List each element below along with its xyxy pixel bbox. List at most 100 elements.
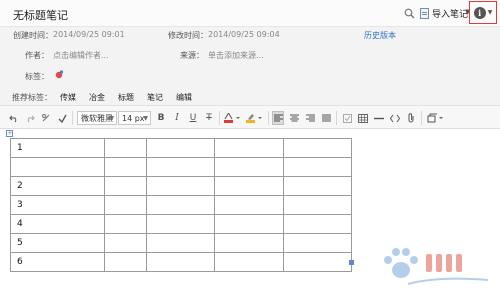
chevron-down-icon: ▼ — [109, 115, 114, 122]
code-icon[interactable] — [389, 111, 401, 125]
underline-button[interactable]: U — [188, 111, 198, 125]
clear-format-icon[interactable] — [40, 111, 52, 125]
table-cell[interactable]: 5 — [10, 233, 105, 253]
table-cell[interactable] — [214, 176, 284, 196]
table-cell[interactable] — [146, 233, 215, 253]
table-cell[interactable] — [104, 195, 147, 215]
table-cell[interactable] — [283, 252, 352, 272]
italic-button[interactable]: I — [172, 111, 182, 125]
table-row — [10, 157, 352, 177]
undo-icon[interactable] — [8, 111, 20, 125]
info-menu-button[interactable]: i ▼ — [469, 1, 497, 24]
table-cell[interactable]: 3 — [10, 195, 105, 215]
table-row: 6 — [10, 252, 352, 272]
redo-icon[interactable] — [24, 111, 36, 125]
font-size-value: 14 px — [122, 113, 145, 123]
tags-label: 标签： — [25, 72, 49, 81]
table-cell[interactable] — [214, 195, 284, 215]
align-center-icon[interactable] — [288, 111, 300, 125]
font-family-select[interactable]: 微软雅黑 ▼ — [77, 111, 117, 125]
table-cell[interactable] — [214, 252, 284, 272]
table-cell[interactable] — [10, 157, 105, 177]
insert-icon[interactable] — [426, 111, 444, 125]
table-cell[interactable] — [146, 176, 215, 196]
source-field[interactable]: 单击添加来源... — [208, 50, 264, 61]
table-cell[interactable] — [214, 214, 284, 234]
tag-icon[interactable] — [55, 70, 64, 79]
strikethrough-button[interactable]: T — [204, 111, 214, 125]
table-cell[interactable] — [283, 176, 352, 196]
table-row: 5 — [10, 233, 352, 253]
font-size-select[interactable]: 14 px ▼ — [118, 111, 151, 125]
table-cell[interactable]: 2 — [10, 176, 105, 196]
table-cell[interactable] — [104, 157, 147, 177]
author-field[interactable]: 点击编辑作者... — [53, 50, 109, 61]
table-cell[interactable] — [283, 157, 352, 177]
align-left-icon[interactable] — [272, 111, 284, 125]
info-icon: i — [473, 6, 486, 19]
table-cell[interactable] — [146, 252, 215, 272]
attachment-icon[interactable] — [405, 111, 417, 125]
table-icon[interactable] — [357, 111, 369, 125]
author-label: 作者： — [25, 51, 49, 60]
table-cell[interactable] — [104, 233, 147, 253]
table-cell[interactable]: 4 — [10, 214, 105, 234]
format-painter-icon[interactable] — [56, 111, 68, 125]
created-value: 2014/09/25 09:01 — [53, 30, 125, 39]
table-cell[interactable] — [146, 157, 215, 177]
table-resize-handle[interactable] — [349, 260, 354, 265]
table-cell[interactable] — [214, 138, 284, 158]
font-color-icon[interactable] — [223, 111, 241, 125]
bold-button[interactable]: B — [156, 111, 166, 125]
created-label: 创建时间： — [13, 31, 53, 40]
recommended-tags: 推荐标签： 传媒 冶金 标题 笔记 编辑 — [12, 92, 205, 103]
history-version-link[interactable]: 历史版本 — [364, 30, 396, 41]
import-doc-icon — [420, 7, 429, 19]
toolbar-divider — [421, 111, 422, 125]
table-cell[interactable] — [104, 252, 147, 272]
table-cell[interactable] — [146, 138, 215, 158]
table-row: 4 — [10, 214, 352, 234]
editor-toolbar: 微软雅黑 ▼ 14 px ▼ B I U T — [0, 105, 500, 129]
table-cell[interactable] — [283, 138, 352, 158]
table-cell[interactable] — [214, 157, 284, 177]
table-cell[interactable] — [214, 233, 284, 253]
table-cell[interactable] — [146, 195, 215, 215]
table-cell[interactable] — [283, 233, 352, 253]
recommended-tag[interactable]: 标题 — [118, 92, 134, 103]
align-justify-icon[interactable] — [320, 111, 332, 125]
checkbox-icon[interactable] — [341, 111, 353, 125]
table-cell[interactable]: 1 — [10, 138, 105, 158]
note-meta-panel: 创建时间： 2014/09/25 09:01 修改时间： 2014/09/25 … — [0, 27, 500, 105]
import-note-button[interactable]: 导入笔记 — [420, 6, 468, 20]
align-right-icon[interactable] — [304, 111, 316, 125]
note-table[interactable]: 1 23456 — [10, 138, 352, 272]
table-row: 1 — [10, 138, 352, 158]
table-cell[interactable] — [104, 138, 147, 158]
table-handle-icon[interactable]: + — [6, 130, 13, 137]
toolbar-divider — [72, 111, 73, 125]
table-cell[interactable] — [104, 176, 147, 196]
toolbar-divider — [268, 111, 269, 125]
toolbar-divider — [219, 111, 220, 125]
table-cell[interactable] — [283, 195, 352, 215]
chevron-down-icon: ▼ — [143, 115, 148, 122]
search-icon[interactable] — [404, 8, 415, 19]
title-bar: 无标题笔记 导入笔记 ▼ i ▼ — [0, 0, 500, 27]
horizontal-rule-icon[interactable] — [373, 111, 385, 125]
recommended-tag[interactable]: 笔记 — [147, 92, 163, 103]
note-title[interactable]: 无标题笔记 — [13, 7, 68, 23]
recommended-tag[interactable]: 传媒 — [60, 92, 76, 103]
recommended-tag[interactable]: 编辑 — [176, 92, 192, 103]
table-cell[interactable] — [146, 214, 215, 234]
recommended-tag[interactable]: 冶金 — [89, 92, 105, 103]
table-row: 2 — [10, 176, 352, 196]
font-family-value: 微软雅黑 — [81, 113, 113, 123]
modified-label: 修改时间： — [168, 31, 208, 40]
highlight-icon[interactable] — [245, 111, 263, 125]
table-cell[interactable]: 6 — [10, 252, 105, 272]
table-cell[interactable] — [283, 214, 352, 234]
table-row: 3 — [10, 195, 352, 215]
table-cell[interactable] — [104, 214, 147, 234]
source-label: 来源： — [180, 51, 204, 60]
